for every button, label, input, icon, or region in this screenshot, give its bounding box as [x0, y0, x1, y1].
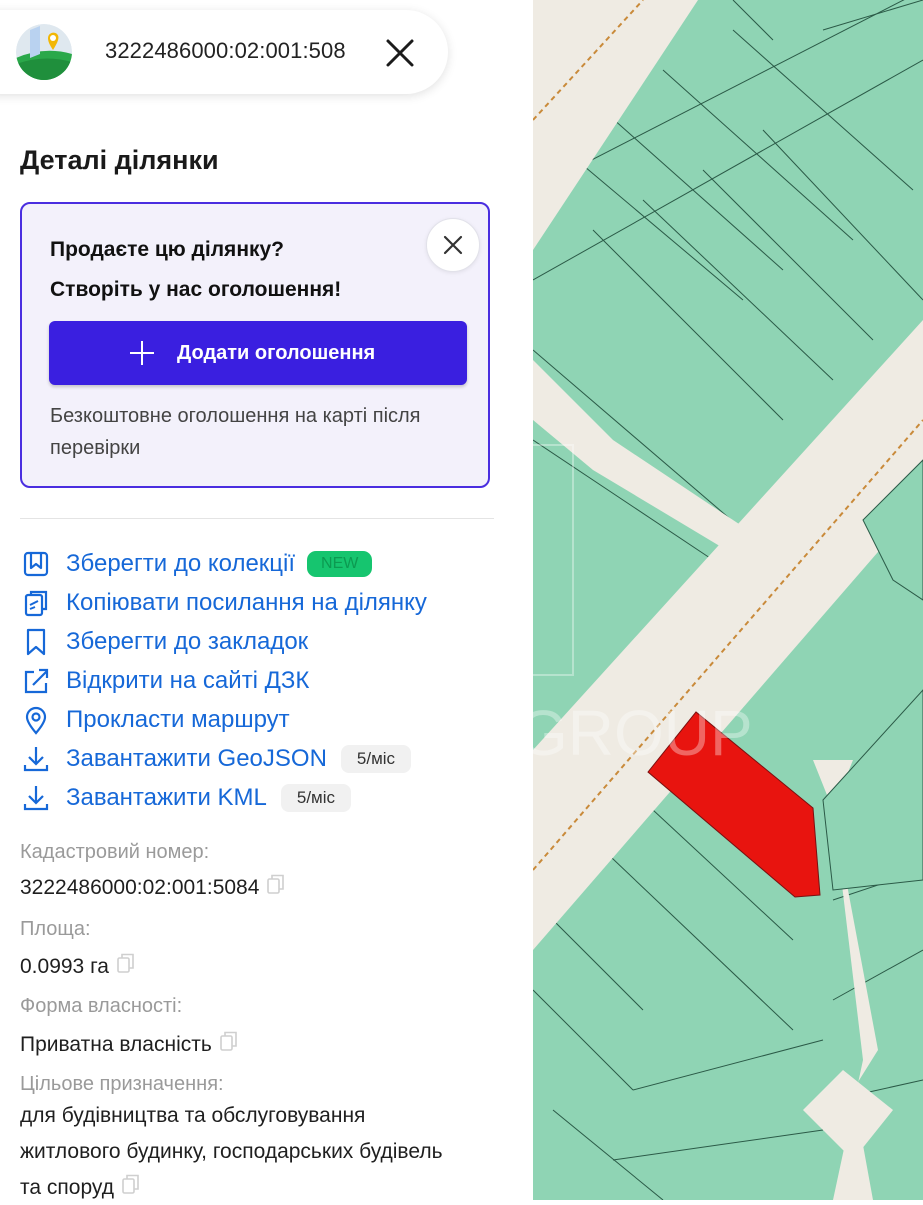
- copy-icon[interactable]: [122, 1174, 140, 1194]
- promo-heading-line2: Створіть у нас оголошення!: [50, 278, 342, 301]
- action-label: Завантажити KML: [66, 784, 267, 811]
- ownership-text: Приватна власність: [20, 1033, 212, 1056]
- purpose-line: та споруд: [20, 1176, 114, 1199]
- watermark-text: GROUP: [533, 697, 753, 769]
- close-icon[interactable]: [383, 36, 417, 70]
- promo-heading-line1: Продаєте цю ділянку?: [50, 238, 285, 261]
- purpose-label: Цільове призначення:: [20, 1073, 224, 1095]
- save-to-collection-link[interactable]: Зберегти до колекції NEW: [20, 546, 373, 582]
- add-listing-label: Додати оголошення: [177, 342, 376, 364]
- action-label: Зберегти до закладок: [66, 628, 309, 655]
- details-panel: 3222486000:02:001:508 Деталі ділянки Про…: [0, 0, 533, 1200]
- promo-close-button[interactable]: [426, 218, 480, 272]
- cadastral-number-text: 3222486000:02:001:5084: [20, 876, 260, 899]
- area-text: 0.0993 га: [20, 955, 109, 978]
- ownership-label: Форма власності:: [20, 995, 183, 1017]
- divider: [20, 518, 494, 519]
- copy-icon[interactable]: [267, 874, 285, 894]
- promo-note: Безкоштовне оголошення на карті після пе…: [50, 405, 421, 459]
- quota-badge: 5/міс: [280, 784, 352, 812]
- cadastral-number-value: 3222486000:02:001:5084: [20, 870, 285, 906]
- external-link-icon: [24, 668, 49, 694]
- sell-promo-card: Продаєте цю ділянку? Створіть у нас огол…: [20, 202, 490, 488]
- close-icon: [443, 235, 463, 255]
- copy-link-icon: [24, 590, 48, 617]
- area-value: 0.0993 га: [20, 949, 135, 985]
- copy-icon[interactable]: [117, 953, 135, 973]
- purpose-line: для будівництва та обслуговування: [20, 1104, 366, 1127]
- search-bar[interactable]: 3222486000:02:001:508: [0, 10, 448, 94]
- page-title: Деталі ділянки: [20, 145, 219, 175]
- copy-icon[interactable]: [220, 1031, 238, 1051]
- download-icon: [23, 786, 49, 811]
- route-action[interactable]: Прокласти маршрут: [20, 702, 290, 738]
- plus-icon: [130, 341, 154, 365]
- app-logo-icon[interactable]: [16, 24, 72, 80]
- bookmark-icon: [26, 628, 46, 656]
- area-label: Площа:: [20, 918, 91, 940]
- bookmark-action[interactable]: Зберегти до закладок: [20, 624, 308, 660]
- action-label: Копіювати посилання на ділянку: [66, 589, 427, 616]
- collection-icon: [23, 551, 49, 577]
- search-query-text[interactable]: 3222486000:02:001:508: [105, 38, 346, 64]
- download-icon: [23, 747, 49, 772]
- action-label: Прокласти маршрут: [66, 706, 290, 733]
- location-pin-icon: [25, 706, 47, 735]
- cadastral-number-label: Кадастровий номер:: [20, 841, 210, 863]
- add-listing-button[interactable]: Додати оголошення: [49, 321, 467, 385]
- new-badge: NEW: [307, 551, 373, 577]
- download-geojson-action[interactable]: Завантажити GeoJSON 5/міс: [20, 741, 412, 777]
- action-label: Завантажити GeoJSON: [66, 745, 327, 772]
- action-label: Відкрити на сайті ДЗК: [66, 667, 310, 694]
- download-kml-action[interactable]: Завантажити KML 5/міс: [20, 780, 352, 816]
- ownership-value: Приватна власність: [20, 1027, 238, 1063]
- cadastral-map[interactable]: GROUP: [347, 0, 923, 1201]
- open-dzk-action[interactable]: Відкрити на сайті ДЗК: [20, 663, 309, 699]
- copy-link-action[interactable]: Копіювати посилання на ділянку: [20, 585, 427, 621]
- purpose-value: для будівництва та обслуговування житлов…: [20, 1098, 520, 1200]
- purpose-line: житлового будинку, господарських будівел…: [20, 1140, 443, 1163]
- map-canvas[interactable]: GROUP: [347, 0, 923, 1201]
- action-label: Зберегти до колекції: [66, 550, 296, 577]
- new-badge-text: NEW: [321, 555, 359, 572]
- quota-badge: 5/міс: [340, 745, 412, 773]
